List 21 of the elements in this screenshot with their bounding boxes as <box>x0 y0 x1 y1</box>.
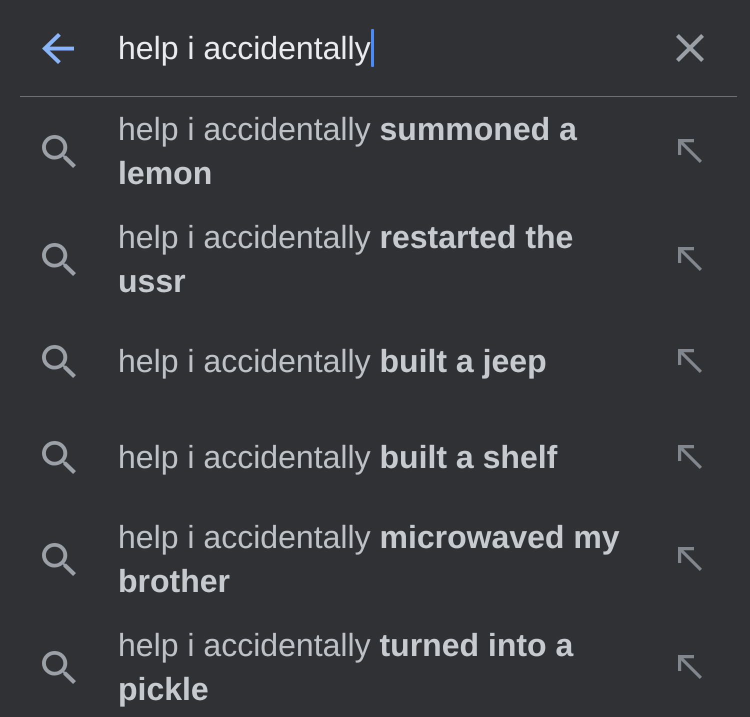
back-arrow-icon[interactable] <box>42 32 74 64</box>
search-icon <box>42 650 76 684</box>
suggestion-text[interactable]: help i accidentally built a shelf <box>118 435 558 479</box>
suggestion-text[interactable]: help i accidentally summoned a lemon <box>118 107 638 195</box>
arrow-up-left-icon[interactable] <box>678 655 702 679</box>
search-icon <box>42 344 76 378</box>
arrow-up-left-icon[interactable] <box>678 547 702 571</box>
close-icon[interactable] <box>676 34 704 62</box>
arrow-up-left-icon[interactable] <box>678 247 702 271</box>
suggestion-text[interactable]: help i accidentally turned into a pickle <box>118 623 638 711</box>
search-icon <box>42 242 76 276</box>
search-field[interactable]: help i accidentally <box>118 26 676 70</box>
suggestion-text[interactable]: help i accidentally built a jeep <box>118 339 547 383</box>
search-icon <box>42 542 76 576</box>
search-icon <box>42 134 76 168</box>
arrow-up-left-icon[interactable] <box>678 349 702 373</box>
suggestion-text[interactable]: help i accidentally microwaved my brother <box>118 515 638 603</box>
suggestion-text[interactable]: help i accidentally restarted the ussr <box>118 215 638 303</box>
arrow-up-left-icon[interactable] <box>678 445 702 469</box>
arrow-up-left-icon[interactable] <box>678 139 702 163</box>
search-icon <box>42 440 76 474</box>
